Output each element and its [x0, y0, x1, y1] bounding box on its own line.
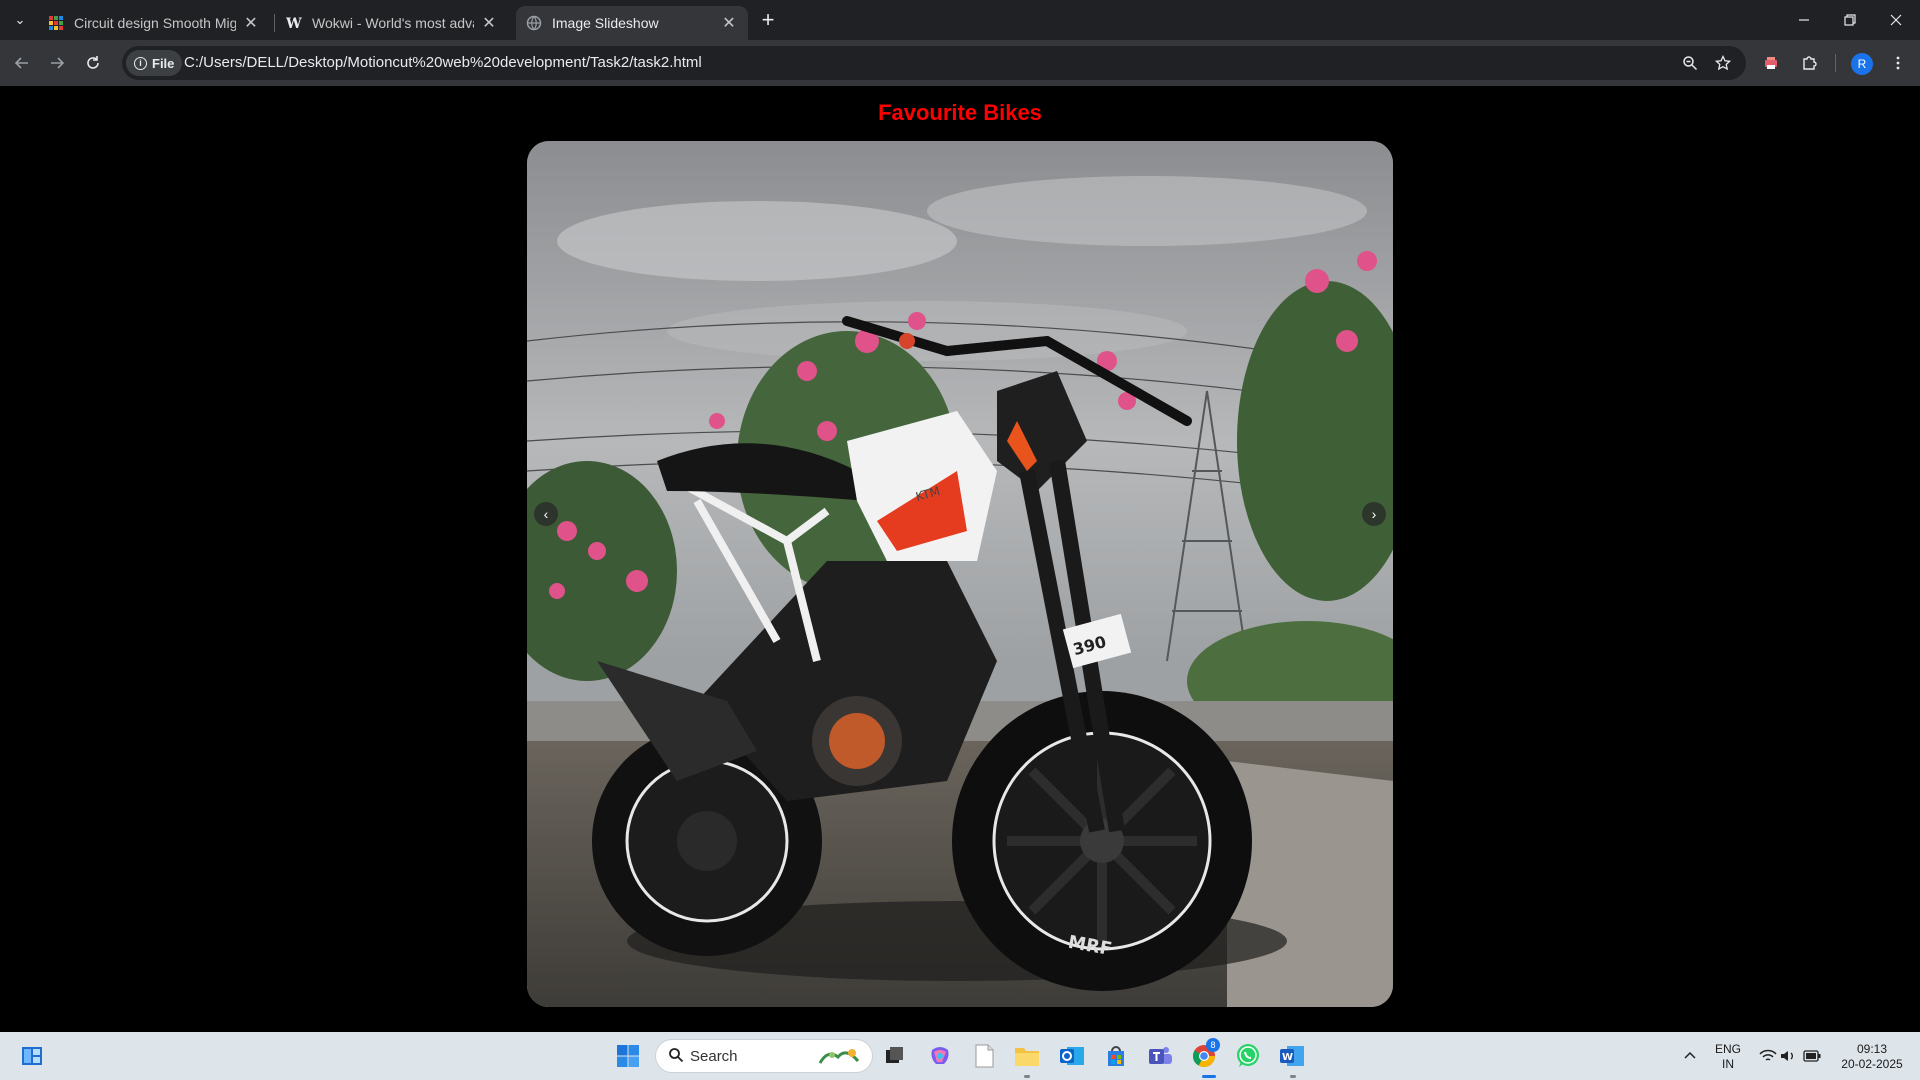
arrow-right-icon[interactable]	[44, 50, 70, 76]
star-icon[interactable]	[1712, 52, 1734, 74]
clock[interactable]: 09:13 20-02-2025	[1832, 1042, 1912, 1072]
reload-icon[interactable]	[80, 50, 106, 76]
widgets-icon[interactable]	[16, 1040, 48, 1072]
new-tab-button[interactable]: +	[756, 7, 780, 32]
teams-icon[interactable]	[1144, 1040, 1176, 1072]
tab-strip: ⌄ Circuit design Smooth Migelo - ✕ W Wok…	[0, 0, 1920, 40]
search-placeholder: Search	[690, 1048, 738, 1065]
whatsapp-icon[interactable]	[1232, 1040, 1264, 1072]
printer-extension-icon[interactable]	[1758, 50, 1784, 76]
language-indicator[interactable]: ENG IN	[1712, 1042, 1744, 1072]
language-code: ENG	[1714, 1042, 1741, 1056]
clock-time: 09:13	[1856, 1042, 1888, 1056]
profile-avatar[interactable]: R	[1851, 53, 1873, 75]
close-window-icon[interactable]	[1873, 0, 1919, 40]
page-viewport: Favourite Bikes MRF KTM 390 ‹ ›	[0, 86, 1920, 1032]
zoom-icon[interactable]	[1679, 52, 1701, 74]
task-view-icon[interactable]	[878, 1040, 910, 1072]
running-indicator	[1024, 1075, 1030, 1078]
minimize-icon[interactable]	[1781, 0, 1827, 40]
tab-close-icon[interactable]: ✕	[242, 14, 260, 32]
browser-toolbar: i File C:/Users/DELL/Desktop/Motioncut%2…	[0, 40, 1920, 86]
globe-favicon-icon	[526, 15, 542, 31]
toolbar-divider	[1835, 54, 1836, 72]
chevron-up-icon[interactable]	[1674, 1040, 1706, 1072]
tab-close-icon[interactable]: ✕	[480, 14, 498, 32]
tab-close-icon[interactable]: ✕	[720, 14, 738, 32]
windows-start-icon[interactable]	[612, 1040, 644, 1072]
taskbar-search-box[interactable]: Search	[655, 1039, 873, 1073]
store-icon[interactable]	[1100, 1040, 1132, 1072]
search-highlight-illustration-icon	[818, 1049, 860, 1064]
windows-taskbar: Search 8 W ENG IN 09:13 20-02-2025	[0, 1032, 1920, 1080]
search-icon	[668, 1047, 684, 1068]
tab-title: Image Slideshow	[552, 15, 659, 31]
svg-text:W: W	[1282, 1052, 1293, 1063]
chrome-icon[interactable]: 8	[1188, 1038, 1220, 1072]
running-indicator	[1290, 1075, 1296, 1078]
battery-icon[interactable]	[1796, 1040, 1828, 1072]
tab-title: Wokwi - World's most advanced	[312, 15, 474, 31]
puzzle-icon[interactable]	[1796, 50, 1822, 76]
url-text[interactable]: C:/Users/DELL/Desktop/Motioncut%20web%20…	[184, 54, 702, 71]
site-info-chip[interactable]: i File	[126, 50, 183, 76]
tab-circuit-design[interactable]: Circuit design Smooth Migelo - ✕	[38, 6, 270, 40]
language-region: IN	[1722, 1057, 1734, 1071]
tab-divider	[274, 14, 275, 32]
arrow-left-icon[interactable]	[9, 50, 35, 76]
outlook-icon[interactable]	[1056, 1040, 1088, 1072]
kebab-menu-icon[interactable]	[1885, 50, 1911, 76]
tab-image-slideshow[interactable]: Image Slideshow ✕	[516, 6, 748, 40]
chrome-notification-badge: 8	[1206, 1038, 1220, 1052]
word-icon[interactable]: W	[1276, 1040, 1308, 1072]
slideshow-image: MRF KTM 390	[527, 141, 1393, 1007]
motorcycle-photo-illustration: MRF KTM 390	[527, 141, 1393, 1007]
restore-icon[interactable]	[1827, 0, 1873, 40]
address-bar[interactable]: i File C:/Users/DELL/Desktop/Motioncut%2…	[122, 46, 1746, 80]
info-icon: i	[134, 56, 147, 70]
wokwi-favicon-icon: W	[286, 16, 302, 31]
notepad-icon[interactable]	[968, 1040, 1000, 1072]
file-explorer-icon[interactable]	[1011, 1040, 1043, 1072]
tinkercad-favicon-icon	[49, 16, 63, 30]
site-info-label: File	[152, 55, 175, 71]
tab-title: Circuit design Smooth Migelo -	[74, 15, 236, 31]
clock-date: 20-02-2025	[1841, 1057, 1903, 1071]
active-indicator	[1202, 1075, 1216, 1078]
svg-text:W: W	[286, 16, 302, 31]
tab-wokwi[interactable]: W Wokwi - World's most advanced ✕	[276, 6, 508, 40]
copilot-icon[interactable]	[924, 1040, 956, 1072]
slide-next-button[interactable]: ›	[1362, 502, 1386, 526]
slide-prev-button[interactable]: ‹	[534, 502, 558, 526]
page-title: Favourite Bikes	[878, 100, 1042, 125]
tab-search-chevron-down-icon[interactable]: ⌄	[8, 8, 32, 32]
